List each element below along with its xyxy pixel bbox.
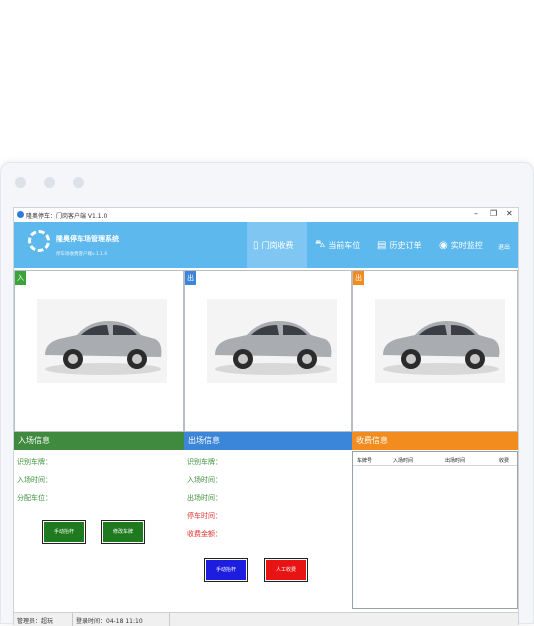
gear-logo-icon — [28, 230, 50, 252]
window-dot-icon — [44, 177, 55, 188]
entry-time-label: 入场时间： — [17, 476, 52, 484]
entry-camera-tag: 入 — [15, 271, 26, 285]
close-button[interactable]: ✕ — [506, 209, 513, 218]
restore-button[interactable]: ❐ — [490, 209, 497, 218]
fee-table[interactable]: 车牌号 入场时间 出场时间 收费 — [352, 451, 518, 609]
car-image — [37, 299, 167, 383]
entry-manual-open-button[interactable]: 手动抬杆 — [42, 520, 86, 544]
browser-frame: 隆奥停车：门岗客户端 V1.1.0 – ❐ ✕ 隆奥停车场管理系统 停车场收费客… — [0, 162, 534, 626]
app-subtitle: 停车场收费客户端v.1.1.0 — [56, 252, 108, 257]
logout-button[interactable]: 退出 — [498, 242, 510, 251]
exit2-camera-panel: 出 — [352, 270, 518, 432]
fee-info-header: 收费信息 — [352, 432, 518, 450]
exit-camera-panel: 出 — [184, 270, 352, 432]
status-divider — [169, 613, 170, 626]
title-bar: 隆奥停车：门岗客户端 V1.1.0 – ❐ ✕ — [14, 208, 518, 222]
app-name: 隆奥停车场管理系统 — [56, 235, 119, 243]
exit-time-label: 出场时间： — [187, 494, 222, 502]
exit-camera-tag: 出 — [185, 271, 196, 285]
car-icon: ⛍ — [315, 238, 326, 250]
exit2-camera-tag: 出 — [353, 271, 364, 285]
window-dot-icon — [15, 177, 26, 188]
app-icon — [17, 211, 24, 218]
nav-history-orders[interactable]: ▤ 历史订单 — [371, 222, 431, 268]
camera-icon: ◉ — [439, 239, 448, 251]
entry-info-header: 入场信息 — [14, 432, 184, 450]
car-image — [375, 299, 505, 383]
document-icon: ▤ — [377, 239, 387, 251]
manual-charge-button[interactable]: 人工收费 — [264, 558, 308, 582]
app-window: 隆奥停车：门岗客户端 V1.1.0 – ❐ ✕ 隆奥停车场管理系统 停车场收费客… — [13, 207, 519, 626]
status-divider — [72, 613, 73, 626]
exit-plate-label: 识别车牌： — [187, 458, 222, 466]
entry-plate-label: 识别车牌： — [17, 458, 52, 466]
column-fee: 收费 — [499, 458, 510, 464]
correct-plate-button[interactable]: 修改车牌 — [101, 520, 145, 544]
column-entry-time: 入场时间 — [393, 458, 414, 464]
column-exit-time: 出场时间 — [445, 458, 466, 464]
nav-gate-fee[interactable]: ▯ 门岗收费 — [247, 222, 307, 268]
nav-current-spots[interactable]: ⛍ 当前车位 — [309, 222, 369, 268]
nav-live-monitor[interactable]: ◉ 实时监控 — [433, 222, 495, 268]
exit-manual-open-button[interactable]: 手动抬杆 — [204, 558, 248, 582]
fee-amount-label: 收费金额： — [187, 530, 222, 538]
table-divider — [353, 465, 517, 466]
entry-camera-panel: 入 — [14, 270, 184, 432]
car-image — [207, 299, 337, 383]
door-icon: ▯ — [253, 239, 259, 251]
parking-duration-label: 停车时间： — [187, 512, 222, 520]
app-header: 隆奥停车场管理系统 停车场收费客户端v.1.1.0 ▯ 门岗收费 ⛍ 当前车位 ▤ 历… — [14, 222, 518, 268]
minimize-button[interactable]: – — [474, 209, 478, 218]
exit-info-header: 出场信息 — [184, 432, 352, 450]
window-title: 隆奥停车：门岗客户端 V1.1.0 — [26, 213, 108, 220]
exit-entry-time-label: 入场时间： — [187, 476, 222, 484]
window-dot-icon — [73, 177, 84, 188]
column-plate: 车牌号 — [357, 458, 373, 464]
entry-spot-label: 分配车位： — [17, 494, 52, 502]
